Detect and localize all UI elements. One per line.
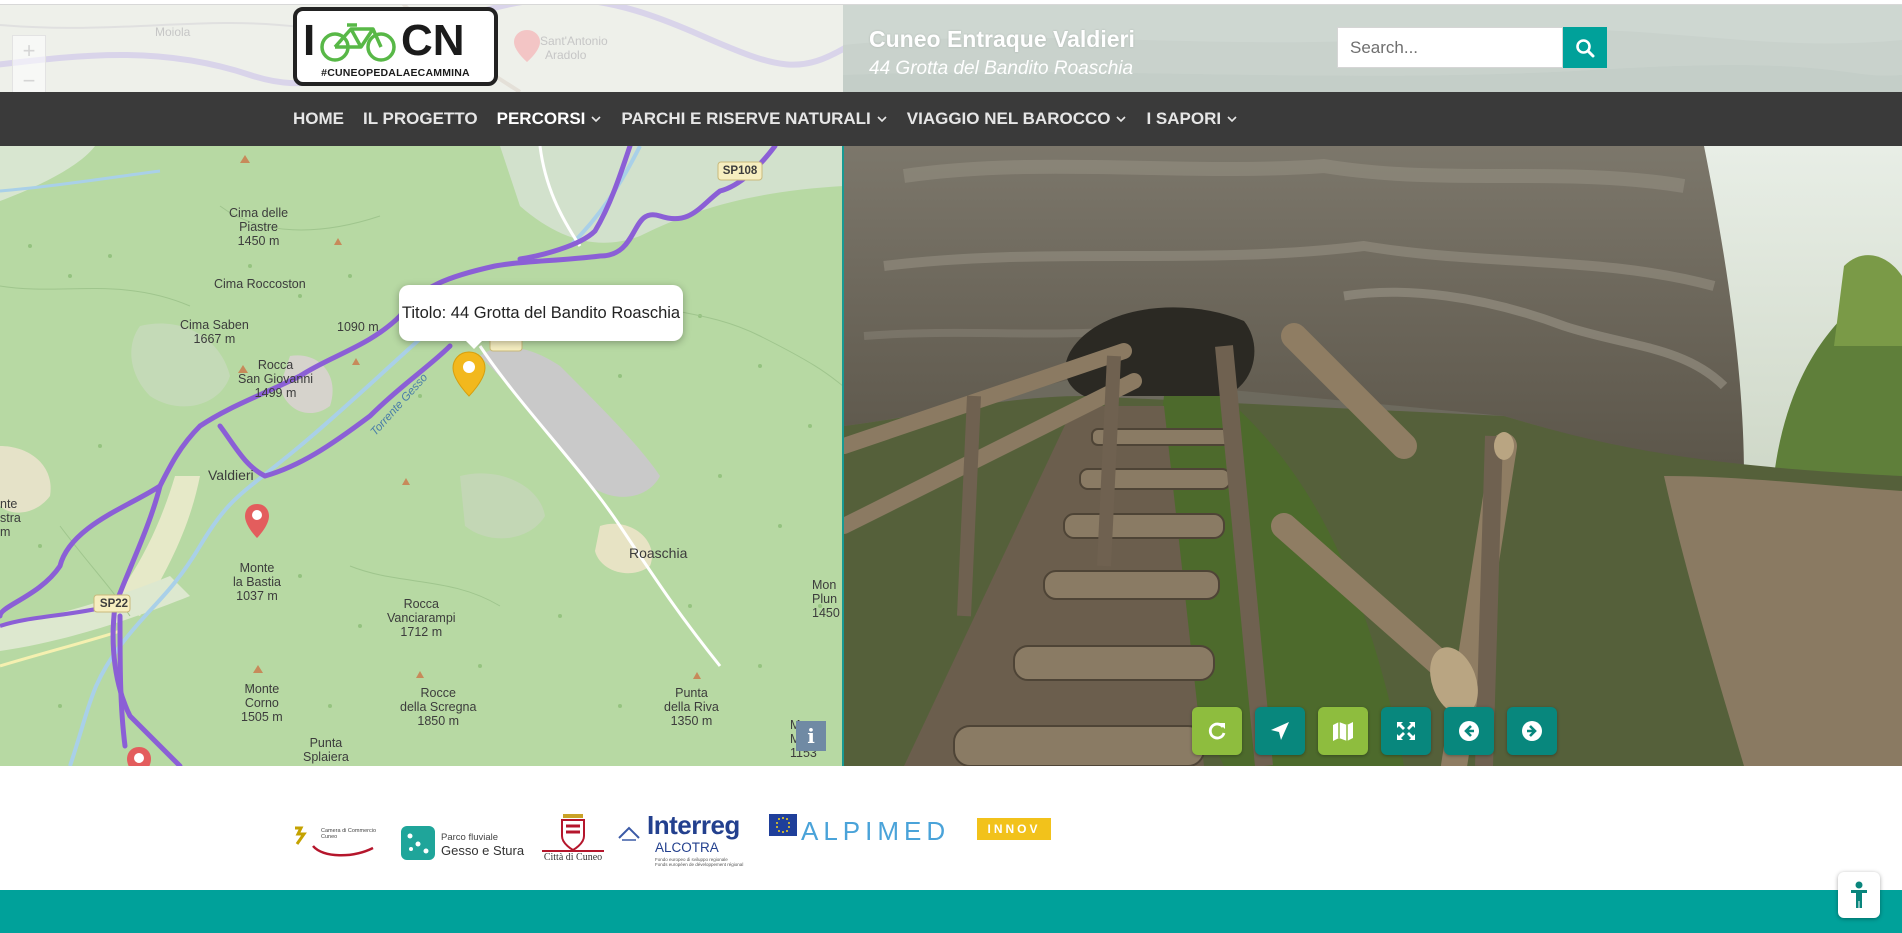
fullscreen-button[interactable]: [1381, 707, 1431, 755]
map-marker[interactable]: [243, 502, 271, 540]
refresh-icon: [1208, 722, 1226, 740]
logo-innov[interactable]: INNOV: [977, 818, 1051, 840]
parco-line-1: Parco fluviale: [441, 832, 499, 843]
map-label-scregna: Rocce della Scregna 1850 m: [400, 686, 477, 728]
map-info-button[interactable]: i: [796, 721, 826, 751]
main-navigation: HOME IL PROGETTO PERCORSI PARCHI E RISER…: [0, 92, 1902, 146]
refresh-button[interactable]: [1192, 707, 1242, 755]
parco-line-2: Gesso e Stura: [441, 843, 525, 858]
map-label-rocca-san-giovanni: Rocca San Giovanni 1499 m: [238, 358, 314, 400]
nav-item-sapori[interactable]: I SAPORI: [1146, 109, 1238, 129]
nav-item-label: PARCHI E RISERVE NATURALI: [621, 109, 871, 128]
chevron-down-icon: [591, 116, 601, 123]
camera-commercio-text: Camera di Commercio Cuneo: [321, 828, 377, 840]
map-terrain: [0, 146, 843, 766]
search-button[interactable]: [1563, 27, 1607, 68]
next-button[interactable]: [1507, 707, 1557, 755]
citta-di-cuneo-text: Città di Cuneo: [543, 852, 603, 863]
search-form: [1337, 27, 1607, 68]
map-label-mon-plun: Mon Plun 1450: [812, 578, 840, 620]
logo-alpimed[interactable]: ALPIMED: [801, 816, 961, 846]
map-label-monte-corno: Monte Corno 1505 m: [241, 682, 283, 724]
nav-item-label: PERCORSI: [496, 109, 586, 128]
site-logo[interactable]: I CN #CUNEOPEDALAECAMMINA: [293, 7, 498, 86]
chevron-down-icon: [1227, 116, 1237, 123]
nav-item-label: VIAGGIO NEL BAROCCO: [906, 109, 1111, 128]
ghost-label-santantonio: Sant'Antonio: [540, 34, 608, 48]
map-label-cima-piastre: Cima delle Piastre 1450 m: [229, 206, 289, 248]
logo-interreg-alcotra[interactable]: Interreg ALCOTRA Fondo europeo di svilup…: [618, 810, 768, 870]
place-subtitle: 44 Grotta del Bandito Roaschia: [869, 58, 1134, 79]
nav-item-percorsi[interactable]: PERCORSI: [497, 109, 603, 129]
coat-of-arms-icon: [542, 814, 604, 852]
map-label-sp108: SP108: [722, 165, 758, 177]
ghost-label-moiola: Moiola: [155, 25, 191, 39]
chevron-down-icon: [1116, 116, 1127, 123]
arrow-right-circle-icon: [1522, 721, 1542, 741]
map-label-monte-bastia: Monte la Bastia 1037 m: [233, 561, 281, 603]
location-arrow-icon: [1271, 722, 1289, 740]
marker-popup: Titolo: 44 Grotta del Bandito Roaschia: [399, 285, 683, 341]
partner-logos: Camera di Commercio Cuneo Parco fluviale…: [293, 808, 1053, 868]
bicycle-icon: [320, 23, 396, 62]
map-label-sp22: SP22: [99, 598, 129, 610]
search-icon: [1576, 38, 1595, 57]
map-label-roccoston: Cima Roccoston: [214, 277, 306, 291]
logo-camera-commercio[interactable]: Camera di Commercio Cuneo: [293, 824, 377, 860]
fondo-europeo-text: Fondo europeo di sviluppo regionale Fond…: [655, 857, 744, 867]
nav-item-barocco[interactable]: VIAGGIO NEL BAROCCO: [907, 109, 1128, 129]
place-title: Cuneo Entraque Valdieri: [869, 26, 1135, 52]
cave-stairs-photo: [844, 146, 1902, 766]
interreg-text: Interreg: [647, 810, 740, 840]
map-label-1090: 1090 m: [337, 320, 379, 334]
logo-parco-fluviale[interactable]: Parco fluviale Gesso e Stura: [401, 824, 524, 864]
map-label-punta-riva: Punta della Riva 1350 m: [664, 686, 719, 728]
nav-item-label: HOME: [293, 109, 344, 128]
nav-item-label: IL PROGETTO: [363, 109, 478, 128]
nav-item-il-progetto[interactable]: IL PROGETTO: [363, 109, 478, 129]
alcotra-text: ALCOTRA: [655, 840, 719, 855]
panorama-photo[interactable]: [844, 146, 1902, 766]
map-label-fragment: nte stra m: [0, 497, 21, 539]
route-map[interactable]: SP108 SP22 Cima delle Piastre 1450 m Cim…: [0, 146, 843, 766]
map-label-roaschia: Roaschia: [629, 545, 688, 561]
accessibility-icon: [1851, 881, 1867, 908]
logo-citta-cuneo[interactable]: Città di Cuneo: [538, 812, 608, 868]
alcotra-mountain-icon: [618, 826, 640, 841]
panorama-toolbar: [1192, 707, 1570, 755]
map-icon: [1333, 722, 1353, 741]
nav-item-home[interactable]: HOME: [293, 109, 344, 129]
locate-button[interactable]: [1255, 707, 1305, 755]
popup-tip: [464, 339, 484, 349]
map-marker-selected[interactable]: [451, 350, 487, 398]
expand-icon: [1397, 722, 1415, 740]
ghost-label-aradolo: Aradolo: [545, 48, 587, 62]
arrow-left-circle-icon: [1459, 721, 1479, 741]
map-label-splaiera: Punta Splaiera: [303, 736, 349, 764]
eu-flag-icon: [769, 814, 797, 836]
zoom-out-icon: −: [22, 68, 36, 92]
map-zoom-control-ghost: + −: [12, 35, 46, 92]
map-label-vanciarampi: Rocca Vanciarampi 1712 m: [387, 597, 456, 639]
map-label-cima-saben: Cima Saben 1667 m: [180, 318, 249, 346]
chevron-down-icon: [877, 116, 887, 123]
zoom-in-icon: +: [22, 38, 36, 63]
previous-button[interactable]: [1444, 707, 1494, 755]
logo-tagline: #CUNEOPEDALAECAMMINA: [321, 67, 470, 79]
parco-fluviale-icon: [401, 826, 435, 860]
map-button[interactable]: [1318, 707, 1368, 755]
map-marker[interactable]: [125, 745, 153, 766]
nav-item-parchi[interactable]: PARCHI E RISERVE NATURALI: [621, 109, 887, 129]
nav-item-label: I SAPORI: [1146, 109, 1222, 128]
eu-flag: [769, 814, 797, 836]
map-label-valdieri: Valdieri: [208, 467, 254, 483]
logo-mark: I CN: [303, 16, 465, 65]
footer-band: [0, 890, 1902, 933]
accessibility-button[interactable]: [1838, 872, 1880, 918]
search-input[interactable]: [1337, 27, 1563, 68]
